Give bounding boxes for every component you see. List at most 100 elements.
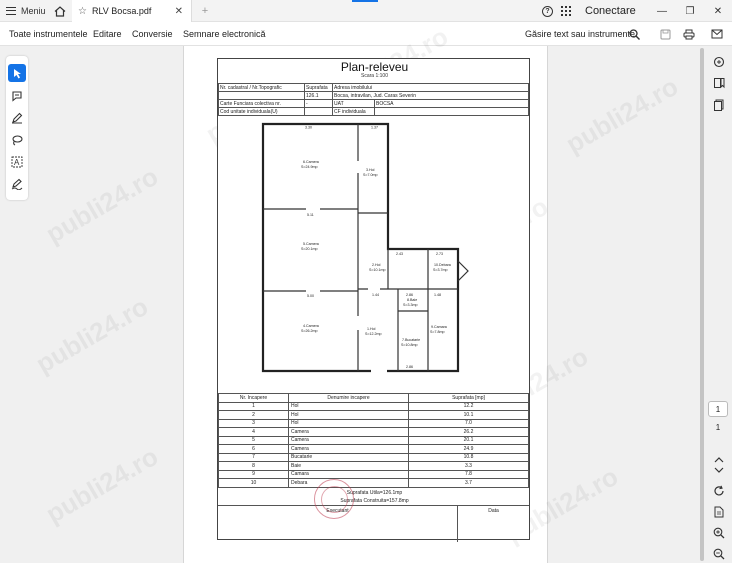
table-row: 7 Bucatarie 10.8 [218,452,529,462]
room-area: 12.2 [408,401,529,411]
apps-button[interactable] [561,0,571,22]
pages-icon [714,99,724,111]
plan-dimension: 5.11 [307,213,314,217]
plan-dimension: 2.43 [396,252,403,256]
room-area-label: S=20.1mp [301,247,317,251]
zoom-in-button[interactable] [710,524,728,542]
text-tool-button[interactable]: A [8,153,26,171]
room-number: 10 [218,478,289,488]
room-label: 7.Bucatarie [402,338,420,342]
print-button[interactable] [680,22,698,46]
menu-button[interactable]: Meniu [6,0,46,22]
room-number: 4 [218,427,289,437]
current-page-input[interactable]: 1 [708,401,728,417]
restore-icon[interactable]: ❐ [676,0,704,22]
minimize-icon[interactable]: — [648,0,676,22]
select-tool-button[interactable] [8,64,26,82]
room-label: 9.Camara [431,325,447,329]
scroll-thumb[interactable] [700,48,704,561]
sign-in-button[interactable]: Conectare [585,0,636,22]
save-button[interactable] [656,22,674,46]
bookmark-icon [714,78,725,89]
all-tools-link[interactable]: Toate instrumentele [9,22,88,46]
room-name: Baie [288,461,409,471]
room-name: Camara [288,469,409,479]
room-name: Hol [288,418,409,428]
zoom-out-icon [713,548,725,560]
add-tab-icon[interactable]: + [198,0,212,22]
header-cell: - [304,99,333,108]
signature-icon [11,178,23,190]
tab-title: RLV Bocsa.pdf [91,6,152,16]
column-header: Denumire incapere [288,393,409,403]
apps-grid-icon [561,6,571,16]
room-area: 20.1 [408,435,529,445]
comments-button[interactable] [710,53,728,71]
comment-tool-button[interactable] [8,87,26,105]
room-label: 4.Camera [303,324,319,328]
built-surface: Suprafata Construita=157.8mp [340,498,409,504]
document-info-button[interactable] [710,503,728,521]
room-number: 6 [218,444,289,454]
rotate-button[interactable] [710,482,728,500]
e-sign-link[interactable]: Semnare electronică [183,22,266,46]
pages-button[interactable] [710,96,728,114]
chevron-down-icon [714,467,724,473]
room-area-label: S=3.7mp [433,268,447,272]
title-bar: Meniu ☆ RLV Bocsa.pdf ✕ + ? Conectare — … [0,0,732,22]
header-cell: Suprafata [304,83,333,92]
room-area: 7.8 [408,469,529,479]
comment-add-icon [12,91,22,102]
next-page-button[interactable] [710,461,728,479]
menu-icon [6,7,16,15]
search-tools-label[interactable]: Găsire text sau instrumente [525,22,635,46]
lasso-tool-button[interactable] [8,131,26,149]
vertical-scrollbar[interactable] [698,46,706,563]
room-name: Camera [288,435,409,445]
convert-link[interactable]: Conversie [132,22,173,46]
room-area: 3.7 [408,478,529,488]
plan-dimension: 3.30 [305,126,312,130]
sign-tool-button[interactable] [8,175,26,193]
header-cell [304,107,333,116]
search-icon [628,28,640,40]
room-number: 7 [218,452,289,462]
bookmarks-button[interactable] [710,74,728,92]
header-cell [218,91,305,100]
plan-scale: Scara 1:100 [361,73,388,79]
room-area-label: S=12.2mp [365,332,381,336]
room-area-label: S=26.2mp [301,329,317,333]
plan-dimension: 1.44 [372,293,379,297]
plan-dimension: 2.86 [406,293,413,297]
floor-plan-drawing: 3.30 1.37 5.11 2.43 2.73 5.00 1.44 2.86 … [261,122,469,373]
survey-sheet: Plan-releveu Scara 1:100 Nr. cadastral /… [217,58,530,542]
close-icon[interactable]: ✕ [175,6,183,17]
room-area: 26.2 [408,427,529,437]
star-icon[interactable]: ☆ [78,6,87,17]
table-row: 1 Hol 12.2 [218,401,529,411]
useful-surface: Suprafata Utila=126.1mp [346,490,403,496]
edit-link[interactable]: Editare [93,22,122,46]
document-tab[interactable]: ☆ RLV Bocsa.pdf ✕ [72,0,192,22]
room-area: 10.1 [408,410,529,420]
room-area-label: S=10.8mp [401,343,417,347]
room-area-label: S=10.1mp [369,268,385,272]
email-button[interactable] [708,22,726,46]
stamp-seal [314,479,354,519]
table-row: 6 Camera 24.9 [218,444,529,454]
room-label: 10.Debara [434,263,451,267]
table-row: 9 Camara 7.8 [218,469,529,479]
home-button[interactable] [52,0,68,22]
room-area: 7.0 [408,418,529,428]
comments-icon [713,56,725,68]
zoom-out-button[interactable] [710,545,728,563]
pen-tool-button[interactable] [8,109,26,127]
header-cell: Cod unitate individuala(U) [218,107,305,116]
room-name: Bucatarie [288,452,409,462]
search-button[interactable] [625,22,643,46]
help-button[interactable]: ? [542,0,553,22]
close-window-icon[interactable]: ✕ [704,0,732,22]
svg-text:A: A [14,158,20,167]
right-rail [706,46,732,563]
table-row: 4 Camera 26.2 [218,427,529,437]
